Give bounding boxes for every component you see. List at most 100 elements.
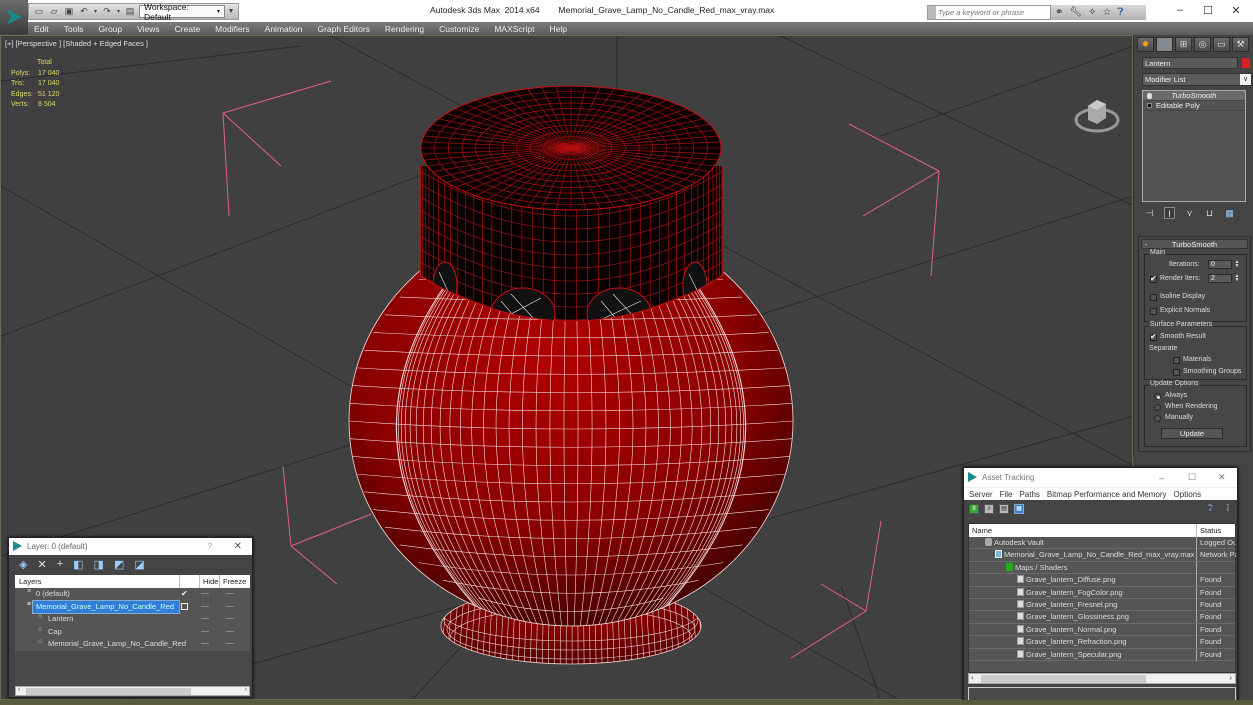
help-icon[interactable]: ❔︎ bbox=[1208, 503, 1213, 514]
object-name-field[interactable]: Lantern bbox=[1142, 57, 1238, 69]
menu-bitmap-performance[interactable]: Bitmap Performance and Memory bbox=[1047, 490, 1167, 499]
active-layer-check-icon[interactable]: ✔ bbox=[181, 588, 188, 600]
rollout-header[interactable]: - TurboSmooth bbox=[1141, 239, 1248, 249]
iterations-spinner[interactable]: 0 bbox=[1208, 260, 1232, 269]
object-row[interactable]: ⌂ Memorial_Grave_Lamp_No_Candle_Red bbox=[15, 638, 250, 651]
undo-icon[interactable]: ↶ bbox=[78, 6, 90, 18]
freeze-toggle[interactable] bbox=[226, 630, 234, 632]
wrench-icon[interactable]: 🔧︎ bbox=[1069, 7, 1082, 18]
scrollbar-thumb[interactable] bbox=[26, 688, 191, 695]
create-tab-icon[interactable]: ✹ bbox=[1137, 37, 1154, 52]
thumbnail-view-icon[interactable]: ▤ bbox=[999, 504, 1009, 514]
when-rendering-radio[interactable] bbox=[1154, 404, 1161, 411]
asset-row[interactable]: Memorial_Grave_Lamp_No_Candle_Red_max_vr… bbox=[969, 549, 1236, 562]
menu-graph-editors[interactable]: Graph Editors bbox=[317, 24, 369, 34]
scroll-right-icon[interactable]: › bbox=[1229, 673, 1232, 682]
always-radio[interactable] bbox=[1154, 393, 1161, 400]
close-button[interactable]: ✕ bbox=[1226, 3, 1246, 17]
spinner-arrows-icon[interactable]: ▲ ▼ bbox=[1234, 260, 1240, 269]
spinner-arrows-icon[interactable]: ▲ ▼ bbox=[1234, 274, 1240, 283]
asset-row[interactable]: Grave_lantern_Refraction.png Found bbox=[969, 636, 1235, 649]
menu-animation[interactable]: Animation bbox=[265, 24, 303, 34]
menu-help[interactable]: Help bbox=[549, 24, 566, 34]
freeze-all-icon[interactable]: ◪ bbox=[134, 558, 144, 571]
asset-path-field[interactable] bbox=[968, 687, 1236, 701]
manually-radio[interactable] bbox=[1154, 415, 1161, 422]
select-objects-icon[interactable]: ◧ bbox=[73, 558, 83, 571]
column-freeze[interactable]: Freeze bbox=[219, 575, 246, 588]
highlight-icon[interactable]: ❕︎ bbox=[1227, 503, 1229, 514]
menu-customize[interactable]: Customize bbox=[439, 24, 479, 34]
show-end-result-icon[interactable]: I bbox=[1164, 207, 1175, 219]
smooth-result-checkbox[interactable] bbox=[1150, 332, 1157, 341]
infocenter-search-input[interactable]: Type a keyword or phrase bbox=[927, 5, 1051, 20]
dialog-title-bar[interactable]: Asset Tracking – ☐ ✕ bbox=[964, 468, 1237, 487]
freeze-toggle[interactable] bbox=[226, 643, 234, 644]
help-icon[interactable]: ❓︎ bbox=[1117, 7, 1123, 18]
make-unique-icon[interactable]: ⋎ bbox=[1184, 207, 1195, 219]
freeze-toggle[interactable] bbox=[226, 605, 234, 607]
maximize-button[interactable]: ☐ bbox=[1188, 472, 1196, 483]
modify-tab-icon[interactable]: ◜ bbox=[1156, 37, 1173, 52]
close-button[interactable]: ✕ bbox=[234, 541, 242, 552]
lightbulb-icon[interactable] bbox=[1147, 93, 1152, 99]
menu-tools[interactable]: Tools bbox=[64, 24, 84, 34]
vault-icon[interactable]: 8 bbox=[969, 504, 979, 514]
star-icon[interactable]: ☆ bbox=[1102, 7, 1111, 18]
column-hide[interactable]: Hide bbox=[199, 575, 218, 588]
save-icon[interactable]: ▣ bbox=[63, 6, 75, 18]
pin-stack-icon[interactable]: ⊣ bbox=[1144, 207, 1155, 219]
delete-layer-icon[interactable]: ✕ bbox=[37, 558, 46, 571]
utilities-tab-icon[interactable]: ⚒ bbox=[1232, 37, 1249, 52]
application-menu-button[interactable] bbox=[0, 0, 28, 34]
column-name[interactable]: Name bbox=[972, 526, 992, 535]
redo-dropdown-icon[interactable]: ▾ bbox=[116, 6, 121, 18]
layer-row[interactable]: ≡ Memorial_Grave_Lamp_No_Candle_Red bbox=[15, 599, 250, 614]
object-row[interactable]: ⌂ Cap bbox=[15, 626, 250, 639]
freeze-toggle[interactable] bbox=[226, 618, 234, 619]
menu-server[interactable]: Server bbox=[969, 490, 993, 499]
satellite-icon[interactable]: ✧ bbox=[1088, 7, 1096, 18]
set-active-checkbox[interactable] bbox=[181, 602, 188, 610]
viewcube-icon[interactable] bbox=[1074, 94, 1120, 134]
layer-row[interactable]: ≡ 0 (default) ✔ bbox=[15, 588, 250, 601]
menu-group[interactable]: Group bbox=[99, 24, 123, 34]
project-folder-icon[interactable]: ▤ bbox=[124, 6, 136, 18]
explicit-normals-checkbox[interactable] bbox=[1150, 308, 1157, 315]
hierarchy-tab-icon[interactable]: ⊞ bbox=[1175, 37, 1192, 52]
new-layer-icon[interactable]: ◈ bbox=[19, 558, 27, 571]
stack-item-turbosmooth[interactable]: TurboSmooth bbox=[1143, 91, 1245, 101]
maximize-button[interactable]: ☐ bbox=[1198, 3, 1218, 17]
menu-options[interactable]: Options bbox=[1174, 490, 1202, 499]
dialog-title-bar[interactable]: Layer: 0 (default) ? ✕ bbox=[9, 538, 252, 555]
display-tab-icon[interactable]: ▭ bbox=[1213, 37, 1230, 52]
motion-tab-icon[interactable]: ◎ bbox=[1194, 37, 1211, 52]
table-view-icon[interactable]: ▦ bbox=[1014, 504, 1024, 514]
column-status[interactable]: Status bbox=[1196, 524, 1221, 537]
object-row[interactable]: ⌂ Lantern bbox=[15, 613, 250, 626]
binoculars-icon[interactable]: ⚭ bbox=[1055, 7, 1063, 18]
hide-toggle[interactable] bbox=[201, 605, 209, 607]
menu-modifiers[interactable]: Modifiers bbox=[215, 24, 249, 34]
menu-rendering[interactable]: Rendering bbox=[385, 24, 424, 34]
minimize-button[interactable]: – bbox=[1170, 3, 1190, 17]
column-layers[interactable]: Layers bbox=[19, 577, 42, 586]
workspace-dropdown[interactable]: Workspace: Default ▾ bbox=[139, 2, 225, 22]
add-to-layer-icon[interactable]: + bbox=[57, 558, 63, 570]
expand-icon[interactable] bbox=[1147, 103, 1152, 108]
render-iters-spinner[interactable]: 2 bbox=[1208, 274, 1232, 283]
close-button[interactable]: ✕ bbox=[1218, 472, 1226, 483]
scroll-left-icon[interactable]: ‹ bbox=[18, 686, 20, 693]
asset-row[interactable]: Grave_lantern_Fresnel.png Found bbox=[969, 598, 1235, 612]
hide-toggle[interactable] bbox=[201, 593, 209, 594]
menu-views[interactable]: Views bbox=[137, 24, 160, 34]
open-file-icon[interactable]: ▱ bbox=[48, 6, 60, 18]
update-button[interactable]: Update bbox=[1161, 428, 1223, 439]
render-iters-checkbox[interactable] bbox=[1150, 274, 1157, 283]
menu-file[interactable]: File bbox=[1000, 490, 1013, 499]
list-view-icon[interactable]: ≡ bbox=[984, 504, 994, 514]
viewport-label-menu[interactable]: [+] [Perspective ] [Shaded + Edged Faces… bbox=[5, 39, 148, 48]
menu-create[interactable]: Create bbox=[175, 24, 201, 34]
scroll-right-icon[interactable]: › bbox=[245, 686, 247, 693]
scrollbar-thumb[interactable] bbox=[981, 675, 1146, 683]
